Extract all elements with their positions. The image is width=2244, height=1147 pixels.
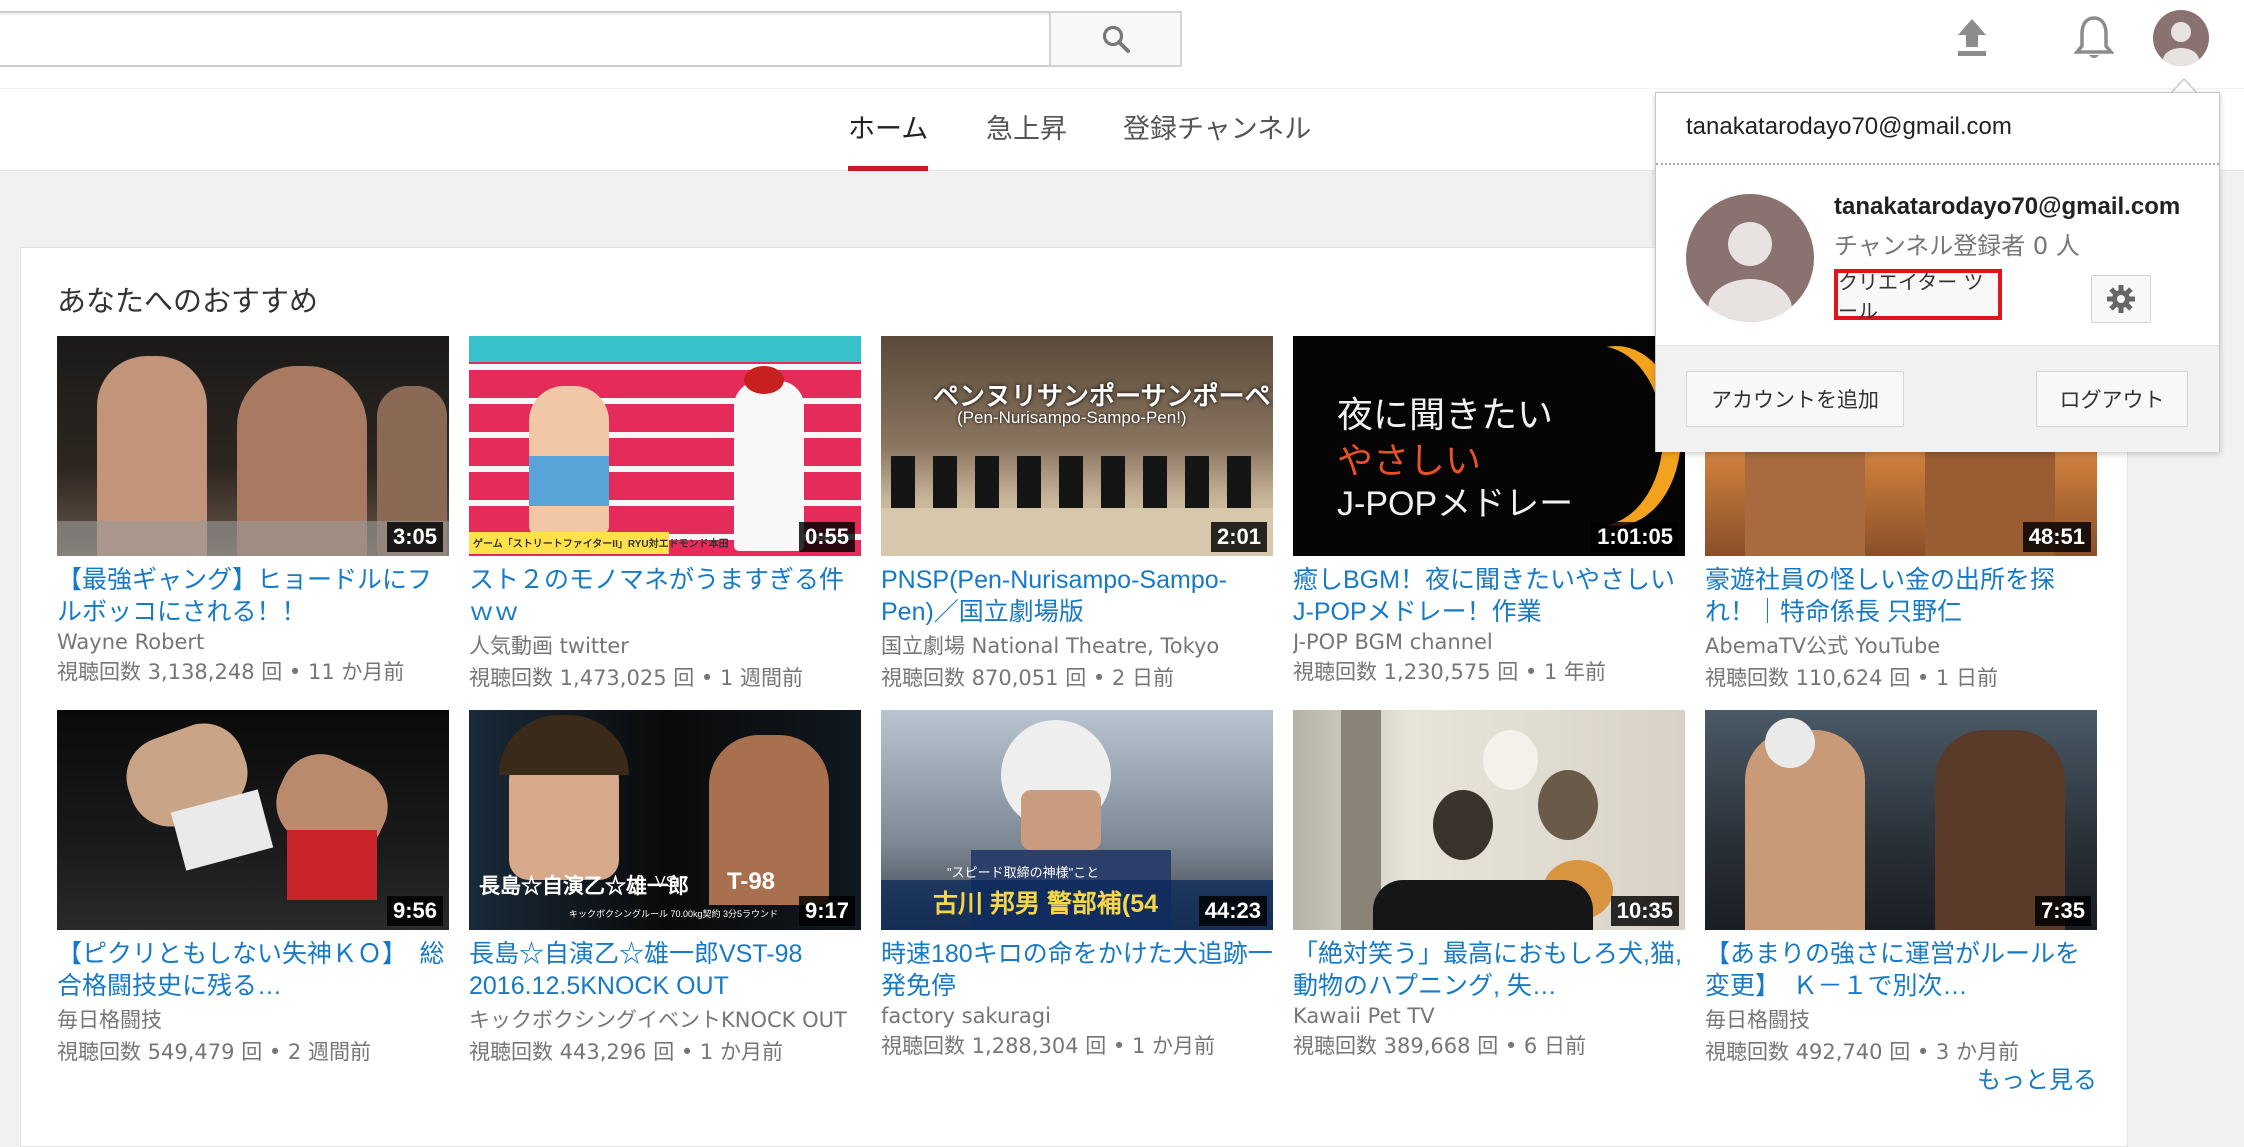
video-meta: 視聴回数 1,288,304 回 • 1 か月前 [881,1034,1215,1058]
video-title[interactable]: 【ピクリともしない失神ＫＯ】 総合格闘技史に残る… [57,938,451,1002]
video-title[interactable]: 【最強ギャング】ヒョードルにフルボッコにされる！！ [57,564,451,628]
video-channel[interactable]: Kawaii Pet TV [1293,1004,1687,1028]
video-thumbnail[interactable]: 3:05 [57,336,449,556]
add-account-button[interactable]: アカウントを追加 [1686,371,1904,427]
thumbnail-overlay-subtext: (Pen-Nurisampo-Sampo-Pen!) [957,408,1187,427]
video-meta: 視聴回数 1,473,025 回 • 1 週間前 [469,666,803,690]
video-channel[interactable]: 人気動画 twitter [469,630,863,660]
video-card[interactable]: 7:35 【あまりの強さに運営がルールを変更】 Ｋ－１で別次… 毎日格闘技 視聴… [1705,710,2099,1066]
video-duration: 1:01:05 [1591,522,1679,552]
avatar[interactable] [2153,10,2209,66]
video-channel[interactable]: AbemaTV公式 YouTube [1705,630,2099,660]
video-meta: 視聴回数 3,138,248 回 • 11 か月前 [57,660,405,684]
video-title[interactable]: スト２のモノマネがうますぎる件ｗｗ [469,564,863,628]
thumbnail-overlay-text: T-98 [727,868,776,895]
avatar-silhouette-icon [2163,22,2199,66]
video-thumbnail[interactable]: ゲーム「ストリートファイターII」RYU対エドモンド本田 0:55 [469,336,861,556]
settings-button[interactable] [2091,275,2151,323]
video-duration: 9:17 [798,896,855,926]
gear-icon [2107,285,2135,313]
video-channel[interactable]: J-POP BGM channel [1293,630,1687,654]
account-popup: tanakatarodayo70@gmail.com tanakataroday… [1655,92,2220,452]
account-email-header[interactable]: tanakatarodayo70@gmail.com [1686,113,2012,141]
video-channel[interactable]: 国立劇場 National Theatre, Tokyo [881,630,1275,660]
video-duration: 0:55 [798,522,855,552]
video-thumbnail[interactable]: 夜に聞きたい やさしい J-POPメドレー 1:01:05 [1293,336,1685,556]
tab-trending[interactable]: 急上昇 [986,107,1067,171]
masthead [0,0,2244,88]
search-button[interactable] [1049,11,1182,67]
thumbnail-overlay-text: VS [655,874,677,891]
video-card[interactable]: 9:56 【ピクリともしない失神ＫＯ】 総合格闘技史に残る… 毎日格闘技 視聴回… [57,710,451,1066]
tab-home[interactable]: ホーム [848,107,929,171]
logout-button[interactable]: ログアウト [2036,371,2188,427]
account-avatar[interactable] [1686,194,1814,322]
popup-footer: アカウントを追加 ログアウト [1656,345,2219,452]
video-meta: 視聴回数 1,230,575 回 • 1 年前 [1293,660,1606,684]
thumbnail-overlay-text: J-POPメドレー [1337,485,1574,523]
video-card[interactable]: 夜に聞きたい やさしい J-POPメドレー 1:01:05 癒しBGM！夜に聞き… [1293,336,1687,686]
video-title[interactable]: 「絶対笑う」最高におもしろ犬,猫,動物のハプニング, 失… [1293,938,1687,1002]
video-duration: 9:56 [386,896,443,926]
search-input[interactable] [0,11,1049,67]
show-more-link[interactable]: もっと見る [1977,1060,2097,1095]
video-duration: 7:35 [2034,896,2091,926]
video-card[interactable]: ペンヌリサンポーサンポーペン! (Pen-Nurisampo-Sampo-Pen… [881,336,1275,692]
video-thumbnail[interactable]: ペンヌリサンポーサンポーペン! (Pen-Nurisampo-Sampo-Pen… [881,336,1273,556]
upload-icon[interactable] [1954,17,1990,59]
video-duration: 44:23 [1198,896,1267,926]
video-title[interactable]: 癒しBGM！夜に聞きたいやさしいJ-POPメドレー！作業 [1293,564,1687,628]
video-duration: 3:05 [386,522,443,552]
video-title[interactable]: 時速180キロの命をかけた大追跡一発免停 [881,938,1275,1002]
video-channel[interactable]: 毎日格闘技 [57,1004,451,1034]
video-thumbnail[interactable]: "スピード取締の神様"こと 古川 邦男 警部補(54 44:23 [881,710,1273,930]
video-thumbnail[interactable]: 7:35 [1705,710,2097,930]
video-duration: 2:01 [1210,522,1267,552]
avatar-silhouette-icon [1708,222,1792,322]
thumbnail-overlay-text: 夜に聞きたい [1337,394,1554,435]
creator-tools-button[interactable]: クリエイター ツール [1834,269,2002,323]
video-title[interactable]: 長島☆自演乙☆雄一郎VST-98 2016.12.5KNOCK OUT [469,938,863,1002]
thumbnail-overlay-text: 古川 邦男 警部補(54 [933,890,1159,918]
video-duration: 48:51 [2022,522,2091,552]
video-thumbnail[interactable]: 9:56 [57,710,449,930]
video-card[interactable]: 10:35 「絶対笑う」最高におもしろ犬,猫,動物のハプニング, 失… Kawa… [1293,710,1687,1060]
video-meta: 視聴回数 389,668 回 • 6 日前 [1293,1034,1586,1058]
shelf-title: あなたへのおすすめ [57,284,319,318]
account-email: tanakatarodayo70@gmail.com [1834,193,2181,220]
video-card[interactable]: 長島☆自演乙☆雄一郎 VS T-98 キックボクシングルール 70.00kg契約… [469,710,863,1066]
video-duration: 10:35 [1610,896,1679,926]
popup-divider [1656,163,2219,165]
video-thumbnail[interactable]: 長島☆自演乙☆雄一郎 VS T-98 キックボクシングルール 70.00kg契約… [469,710,861,930]
video-title[interactable]: 豪遊社員の怪しい金の出所を探れ！｜特命係長 只野仁 [1705,564,2099,628]
tab-subscriptions[interactable]: 登録チャンネル [1123,107,1311,171]
video-card[interactable]: 3:05 【最強ギャング】ヒョードルにフルボッコにされる！！ Wayne Rob… [57,336,451,686]
video-card[interactable]: "スピード取締の神様"こと 古川 邦男 警部補(54 44:23 時速180キロ… [881,710,1275,1060]
video-title[interactable]: 【あまりの強さに運営がルールを変更】 Ｋ－１で別次… [1705,938,2099,1002]
search-icon [1102,25,1130,53]
video-meta: 視聴回数 870,051 回 • 2 日前 [881,666,1174,690]
video-channel[interactable]: キックボクシングイベントKNOCK OUT [469,1004,863,1034]
thumbnail-overlay-text: "スピード取締の神様"こと [947,865,1100,880]
video-channel[interactable]: Wayne Robert [57,630,451,654]
video-title[interactable]: PNSP(Pen-Nurisampo-Sampo-Pen)／国立劇場版 [881,564,1275,628]
thumbnail-overlay-text: キックボクシングルール 70.00kg契約 3分5ラウンド [569,909,779,919]
video-meta: 視聴回数 443,296 回 • 1 か月前 [469,1040,783,1064]
video-meta: 視聴回数 110,624 回 • 1 日前 [1705,666,1998,690]
video-channel[interactable]: factory sakuragi [881,1004,1275,1028]
video-card[interactable]: ゲーム「ストリートファイターII」RYU対エドモンド本田 0:55 スト２のモノ… [469,336,863,692]
video-meta: 視聴回数 549,479 回 • 2 週間前 [57,1040,371,1064]
bell-icon[interactable] [2074,14,2114,62]
video-thumbnail[interactable]: 10:35 [1293,710,1685,930]
thumbnail-overlay-text: ゲーム「ストリートファイターII」RYU対エドモンド本田 [473,539,729,550]
subscriber-count: チャンネル登録者 0 人 [1834,232,2080,260]
video-channel[interactable]: 毎日格闘技 [1705,1004,2099,1034]
